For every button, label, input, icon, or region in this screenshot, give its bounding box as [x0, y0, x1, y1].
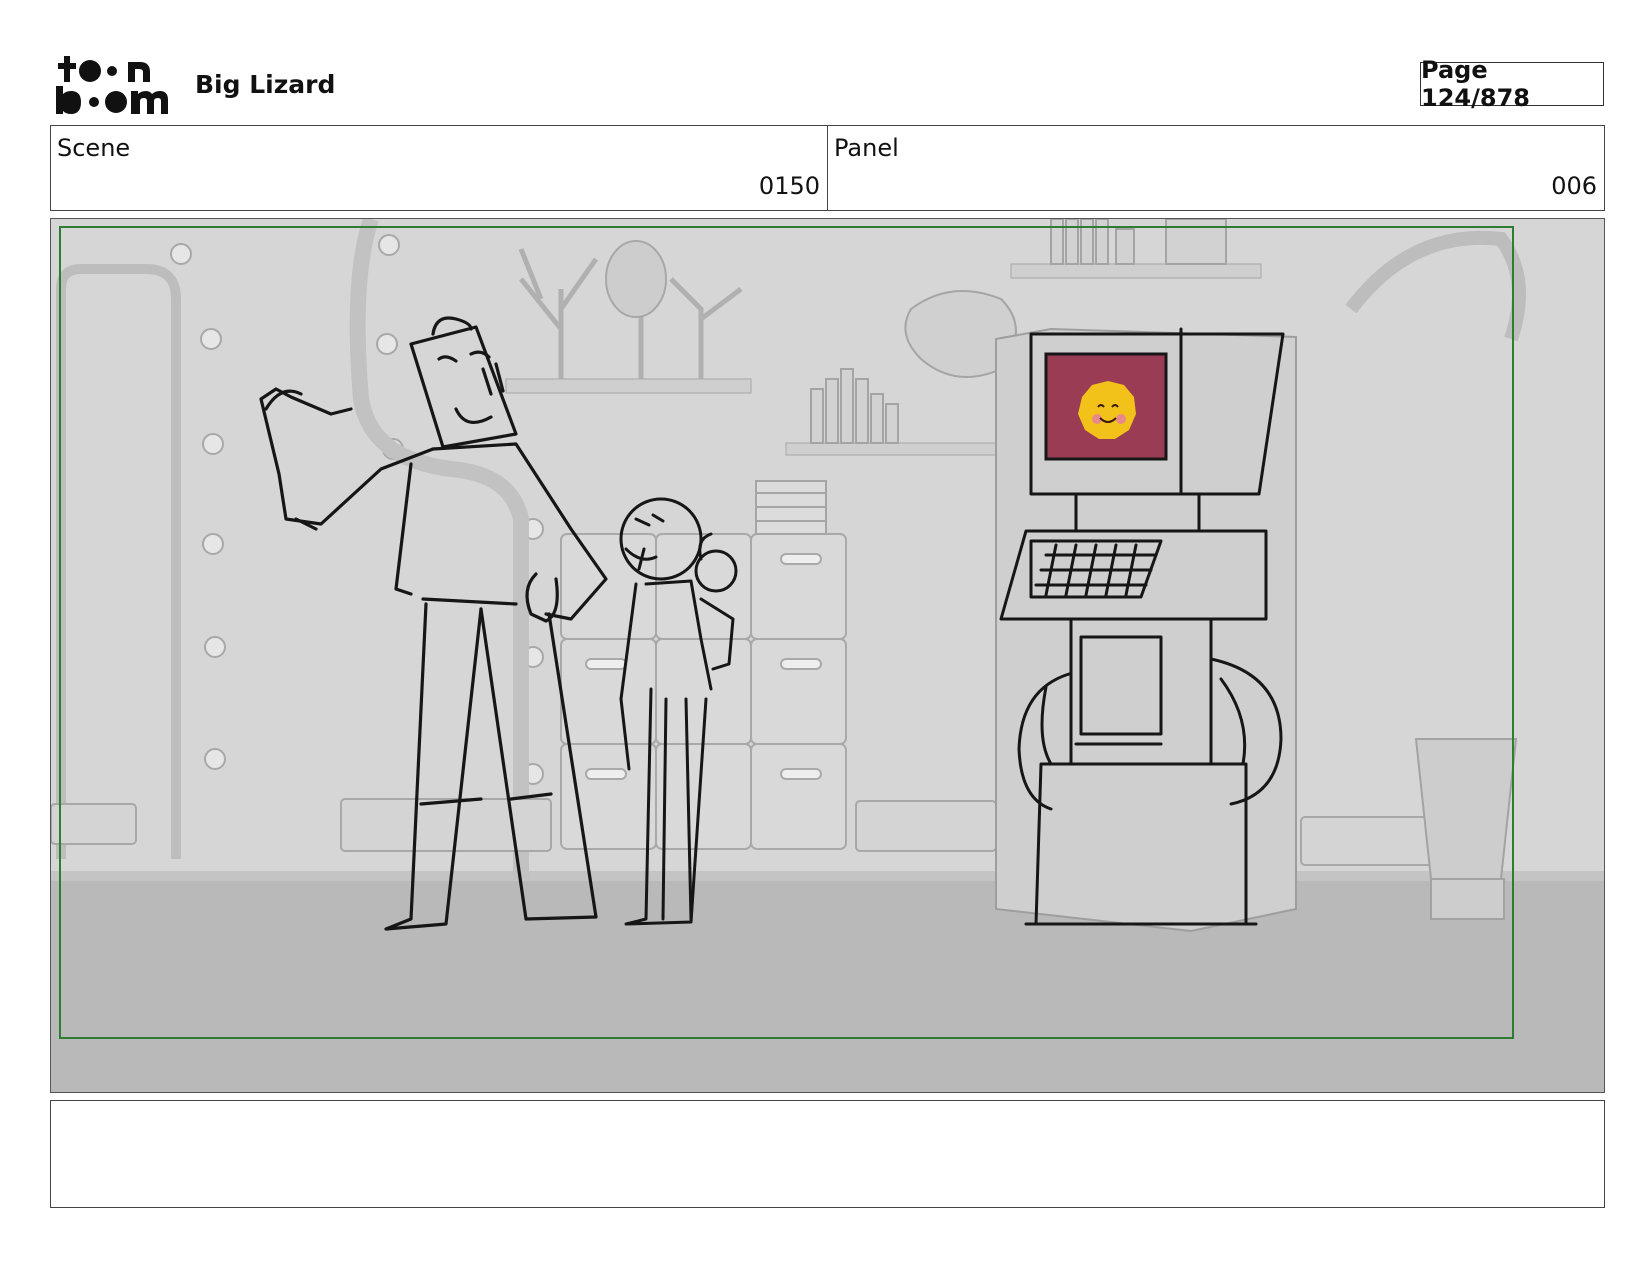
storyboard-panel [50, 218, 1605, 1093]
scene-label: Scene [57, 134, 131, 162]
panel-number: 006 [1551, 172, 1597, 200]
panel-label: Panel [834, 134, 899, 162]
panel-cell: Panel 006 [827, 126, 1604, 210]
scene-panel-info: Scene 0150 Panel 006 [50, 125, 1605, 211]
scene-number: 0150 [758, 172, 820, 200]
scene-cell: Scene 0150 [51, 126, 827, 210]
page-indicator: Page 124/878 [1420, 56, 1604, 112]
panel-drawing [51, 219, 1604, 1092]
toonboom-logo [56, 56, 168, 114]
panel-notes[interactable] [50, 1100, 1605, 1208]
project-title: Big Lizard [195, 70, 336, 99]
